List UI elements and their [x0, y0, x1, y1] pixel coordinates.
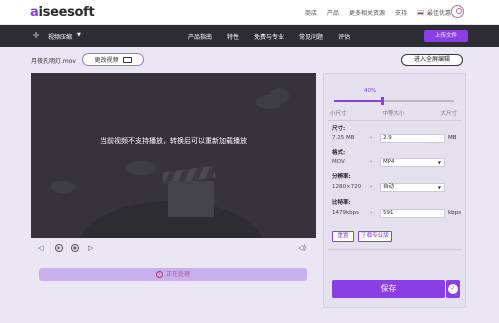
user-icon[interactable]	[451, 5, 464, 18]
nav-reviews[interactable]: 评估	[338, 32, 350, 41]
slider-handle[interactable]	[381, 97, 384, 105]
top-nav: 商店 产品 更多相关资源 支持	[305, 8, 407, 17]
play-icon[interactable]: ▶	[55, 244, 63, 252]
slider-min-label: 小尺寸	[330, 111, 347, 117]
size-original: 7.25 MB	[332, 135, 355, 141]
slider-max-label: 大尺寸	[440, 111, 457, 117]
upload-button[interactable]: 上传文件	[424, 30, 468, 42]
tool-icon: ✛	[32, 31, 40, 40]
processing-progress-bar: ! 正在处理	[39, 268, 307, 281]
nav-resources[interactable]: 更多相关资源	[349, 8, 385, 17]
check-icon[interactable]	[446, 280, 460, 298]
warning-icon: !	[155, 271, 163, 278]
slider-labels: 小尺寸 中等大小 大尺寸	[330, 109, 457, 117]
flag-icon	[416, 10, 424, 15]
caret-down-icon: ▼	[437, 185, 441, 190]
clapperboard-icon	[168, 181, 214, 217]
size-unit: MB	[448, 135, 457, 141]
tool-navbar: ✛ 视频压缩 ▼ 产品指南 特性 免费与专业 常见问题 评估 上传文件	[0, 25, 499, 47]
resolution-original: 1280×720	[332, 184, 362, 190]
nav-support[interactable]: 支持	[395, 8, 407, 17]
previous-frame-icon[interactable]: ◁	[38, 243, 43, 253]
nav-features[interactable]: 特性	[227, 32, 239, 41]
nav-faq[interactable]: 常见问题	[299, 32, 323, 41]
arrow-icon: ›	[370, 210, 373, 216]
compression-percent: 40%	[364, 88, 377, 94]
arrow-icon: ›	[370, 159, 373, 165]
cloud-decoration	[269, 88, 289, 104]
format-label: 格式:	[332, 150, 346, 156]
reset-button[interactable]: 重置	[332, 231, 354, 242]
bitrate-original: 1479kbps	[332, 210, 360, 216]
monitor-icon	[122, 56, 132, 63]
cloud-decoration	[126, 161, 156, 175]
slider-mid-label: 中等大小	[382, 111, 405, 117]
next-frame-icon[interactable]: ▷	[88, 243, 93, 253]
resolution-label: 分辨率:	[332, 174, 351, 180]
player-controls: ◁ ▶ ● ▷ ◁)	[31, 238, 316, 258]
tool-nav-links: 产品指南 特性 免费与专业 常见问题 评估	[188, 32, 350, 41]
format-original: MOV	[332, 159, 345, 165]
save-button[interactable]: 保存	[332, 280, 445, 298]
size-input[interactable]: 2.9	[380, 134, 445, 143]
download-pro-button[interactable]: 下载专业版	[358, 231, 392, 242]
bitrate-unit: kbps	[448, 210, 462, 216]
caret-down-icon: ▼	[437, 160, 441, 165]
nav-products[interactable]: 产品	[327, 8, 339, 17]
file-name: 月夜孔明灯.mov	[31, 58, 76, 65]
fullscreen-edit-button[interactable]: 进入全屏编辑	[401, 54, 463, 66]
tool-name[interactable]: 视频压缩	[48, 32, 72, 41]
nav-free-vs-pro[interactable]: 免费与专业	[254, 32, 284, 41]
slider-fill	[334, 100, 382, 102]
progress-label: 正在处理	[165, 271, 190, 278]
logo[interactable]: aiseesoft	[30, 5, 95, 20]
change-video-button[interactable]: 更改视频	[82, 53, 144, 66]
nav-store[interactable]: 商店	[305, 8, 317, 17]
language-selector[interactable]: 最佳优惠	[416, 8, 451, 17]
compression-slider[interactable]	[334, 97, 454, 105]
nav-guide[interactable]: 产品指南	[188, 32, 212, 41]
arrow-icon: ›	[370, 184, 373, 190]
divider	[328, 249, 462, 250]
size-label: 尺寸:	[332, 126, 346, 132]
arrow-icon: ›	[370, 135, 373, 141]
divider	[328, 120, 462, 121]
bitrate-input[interactable]: 591	[380, 209, 445, 218]
volume-icon[interactable]: ◁)	[298, 243, 306, 253]
top-header: aiseesoft 商店 产品 更多相关资源 支持 最佳优惠	[0, 0, 499, 25]
cloud-decoration	[51, 181, 75, 193]
bitrate-label: 比特率:	[332, 200, 351, 206]
compression-settings-panel: 40% 小尺寸 中等大小 大尺寸 尺寸: 7.25 MB › 2.9 MB 格式…	[323, 73, 466, 308]
stop-icon[interactable]: ●	[71, 244, 79, 252]
unsupported-message: 当前视频不支持播放，转换后可以重新加载播放	[100, 137, 247, 145]
video-preview: 当前视频不支持播放，转换后可以重新加载播放	[31, 73, 316, 238]
resolution-select[interactable]: 自动 ▼	[380, 183, 445, 192]
format-select[interactable]: MP4 ▼	[380, 158, 445, 167]
caret-down-icon[interactable]: ▼	[77, 32, 81, 38]
